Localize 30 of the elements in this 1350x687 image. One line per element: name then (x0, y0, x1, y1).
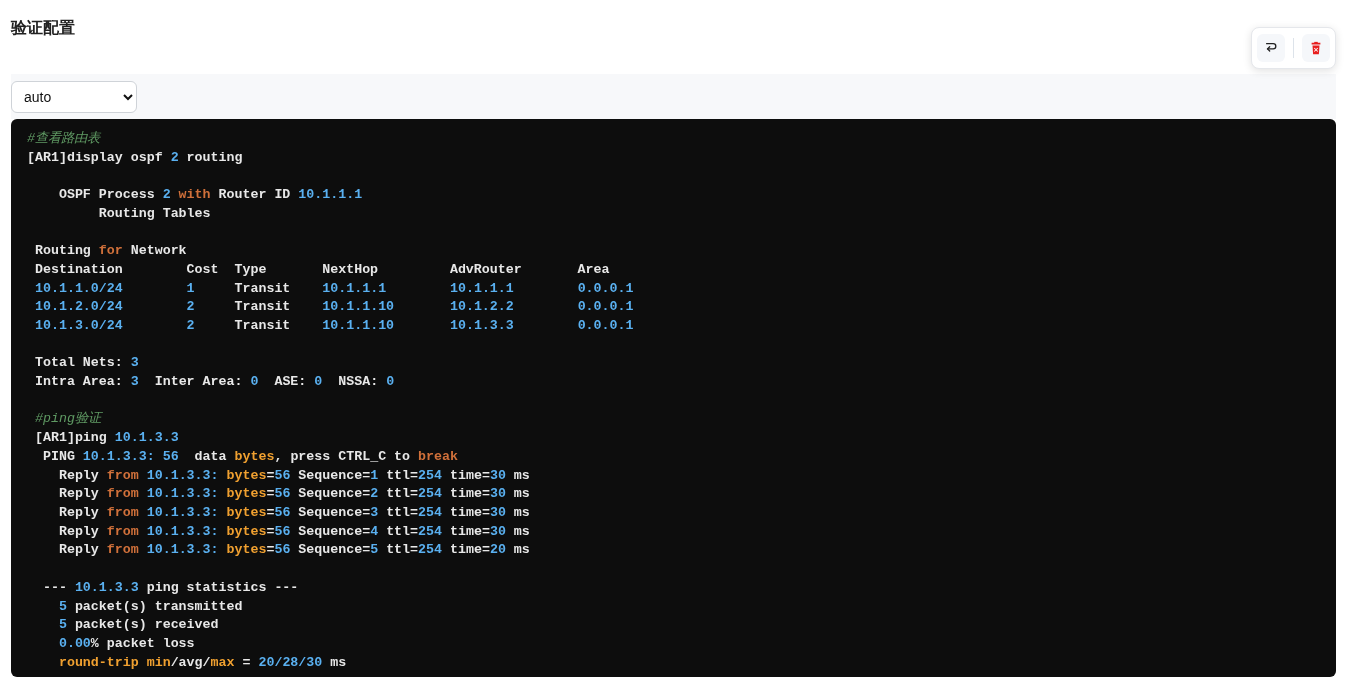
wrap-button[interactable] (1257, 34, 1285, 62)
code-line: [AR1]ping 10.1.3.3 (33, 429, 179, 448)
code-line: Intra Area: 3 Inter Area: 0 ASE: 0 NSSA: 0 (33, 373, 395, 392)
code-line: --- 10.1.3.3 ping statistics --- (41, 578, 299, 597)
code-line: Destination Cost Type NextHop AdvRouter Area (33, 260, 610, 279)
code-line: 10.1.2.0/24 2 Transit 10.1.1.10 10.1.2.2 0.0.0.1 (33, 298, 634, 317)
delete-button[interactable] (1302, 34, 1330, 62)
code-line: Reply from 10.1.3.3: bytes=56 Sequence=2 ttl=254 time=30 ms (57, 485, 530, 504)
code-line: Routing for Network (33, 242, 187, 261)
section-title: 验证配置 (11, 17, 75, 39)
code-line: 5 packet(s) transmitted (57, 597, 243, 616)
code-line: Reply from 10.1.3.3: bytes=56 Sequence=4 ttl=254 time=30 ms (57, 522, 530, 541)
trash-icon (1309, 41, 1323, 55)
code-line: Total Nets: 3 (33, 354, 139, 373)
code-line: Reply from 10.1.3.3: bytes=56 Sequence=3 ttl=254 time=30 ms (57, 504, 530, 522)
code-line: Reply from 10.1.3.3: bytes=56 Sequence=1 ttl=254 time=30 ms (57, 466, 530, 485)
code-line: 0.00% packet loss (57, 634, 195, 653)
code-line: round-trip min/avg/max = 20/28/30 ms (57, 653, 347, 672)
code-comment: #ping验证 (33, 410, 101, 429)
code-line: [AR1]display ospf 2 routing (27, 148, 243, 167)
code-line: OSPF Process 2 with Router ID 10.1.1.1 (57, 186, 363, 205)
code-line: Routing Tables (97, 204, 211, 223)
code-line: 10.1.3.0/24 2 Transit 10.1.1.10 10.1.3.3 0.0.0.1 (33, 317, 634, 335)
language-select[interactable]: auto (11, 81, 137, 113)
code-comment: #查看路由表 (27, 130, 100, 148)
code-line: PING 10.1.3.3: 56 data bytes, press CTRL_C to break (41, 447, 458, 466)
code-line: 5 packet(s) received (57, 616, 219, 635)
code-line: Reply from 10.1.3.3: bytes=56 Sequence=5 ttl=254 time=20 ms (57, 541, 530, 560)
code-line: 10.1.1.0/24 1 Transit 10.1.1.1 10.1.1.1 0.0.0.1 (33, 279, 634, 298)
wrap-arrow-icon (1264, 41, 1278, 55)
